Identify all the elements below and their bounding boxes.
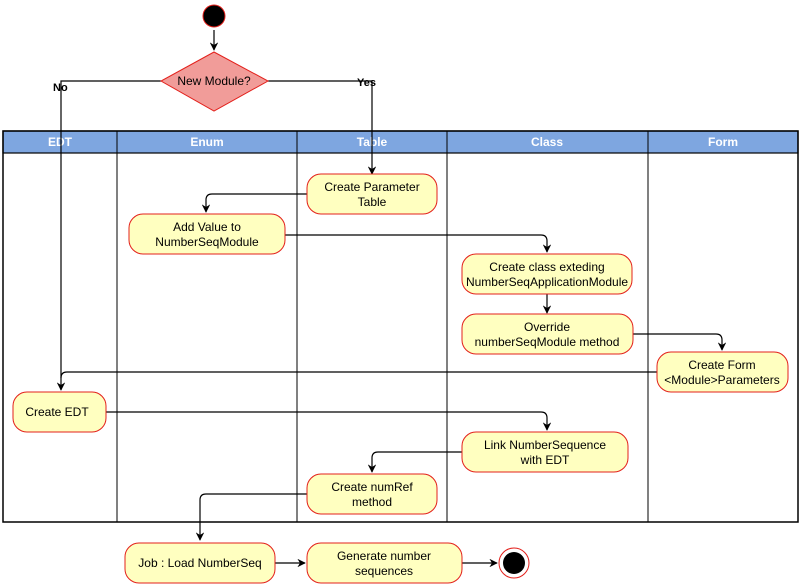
end-node[interactable] [498,547,530,579]
action-create-form-parameters[interactable]: Create Form <Module>Parameters [656,351,789,393]
action-create-numref[interactable]: Create numRef method [306,473,438,515]
action-label-line: Create class exteding [489,260,604,274]
action-create-edt[interactable]: Create EDT [12,391,107,433]
action-label-line: Create EDT [25,405,89,419]
action-label-line: Override [524,320,570,334]
action-label-line: Create numRef [331,480,413,494]
lane-header-bar [2,130,799,154]
action-label-line: Link NumberSequence [484,438,606,452]
action-label-line: NumberSeqModule [155,235,259,249]
action-job-load-numberseq[interactable]: Job : Load NumberSeq [124,542,276,584]
action-label-line: Table [358,195,387,209]
edge-form-to-create-edt [60,371,657,379]
edge-add-value-to-create-class [285,234,552,253]
activity-diagram: EDT Enum Table Class Form No Yes New Mod… [2,4,799,584]
action-label-line: sequences [355,564,413,578]
lane-header-enum: Enum [190,135,223,149]
action-label-line: NumberSeqApplicationModule [466,275,628,289]
action-label-line: Generate number [337,549,431,563]
lane-header-edt: EDT [48,135,73,149]
edge-param-table-to-add-value [201,193,307,213]
action-label-line: <Module>Parameters [664,373,779,387]
edge-decision-yes [268,80,377,175]
start-node[interactable] [202,4,226,28]
action-label-line: Job : Load NumberSeq [138,556,261,570]
edge-override-to-form [633,333,727,351]
end-node-core [503,552,525,574]
action-label-line: method [352,495,392,509]
action-override-numberseqmodule[interactable]: Override numberSeqModule method [461,313,634,355]
lane-header-class: Class [531,135,563,149]
action-label-line: numberSeqModule method [475,335,620,349]
action-add-value-numberseqmodule[interactable]: Add Value to NumberSeqModule [128,213,286,255]
action-label-line: Add Value to [173,220,241,234]
action-label-line: Create Parameter [324,180,419,194]
edge-create-edt-to-link [106,411,552,431]
action-label-line: with EDT [520,453,570,467]
action-link-numbersequence[interactable]: Link NumberSequence with EDT [461,431,629,473]
edge-label-yes: Yes [357,77,376,89]
edge-link-to-numref [367,451,462,473]
action-create-class-extending[interactable]: Create class exteding NumberSeqApplicati… [461,253,633,295]
lane-header-form: Form [708,135,738,149]
edge-numref-to-job [195,493,307,541]
edge-label-no: No [53,82,68,94]
action-label-line: Create Form [688,358,755,372]
decision-label: New Module? [177,74,251,88]
action-create-parameter-table[interactable]: Create Parameter Table [306,173,438,215]
decision-new-module[interactable]: New Module? [159,51,270,112]
action-generate-number-sequences[interactable]: Generate number sequences [306,542,463,584]
